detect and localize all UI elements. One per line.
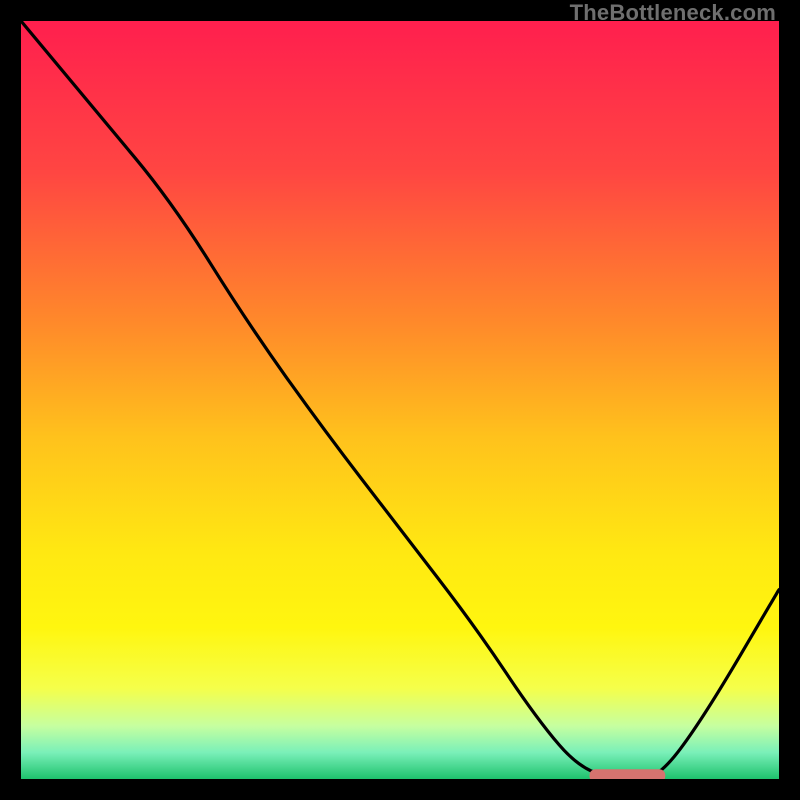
plot-area [21, 21, 779, 779]
optimal-zone-marker [590, 769, 666, 779]
chart-frame [18, 18, 782, 782]
watermark-text: TheBottleneck.com [570, 0, 776, 26]
bottleneck-curve [21, 21, 779, 779]
